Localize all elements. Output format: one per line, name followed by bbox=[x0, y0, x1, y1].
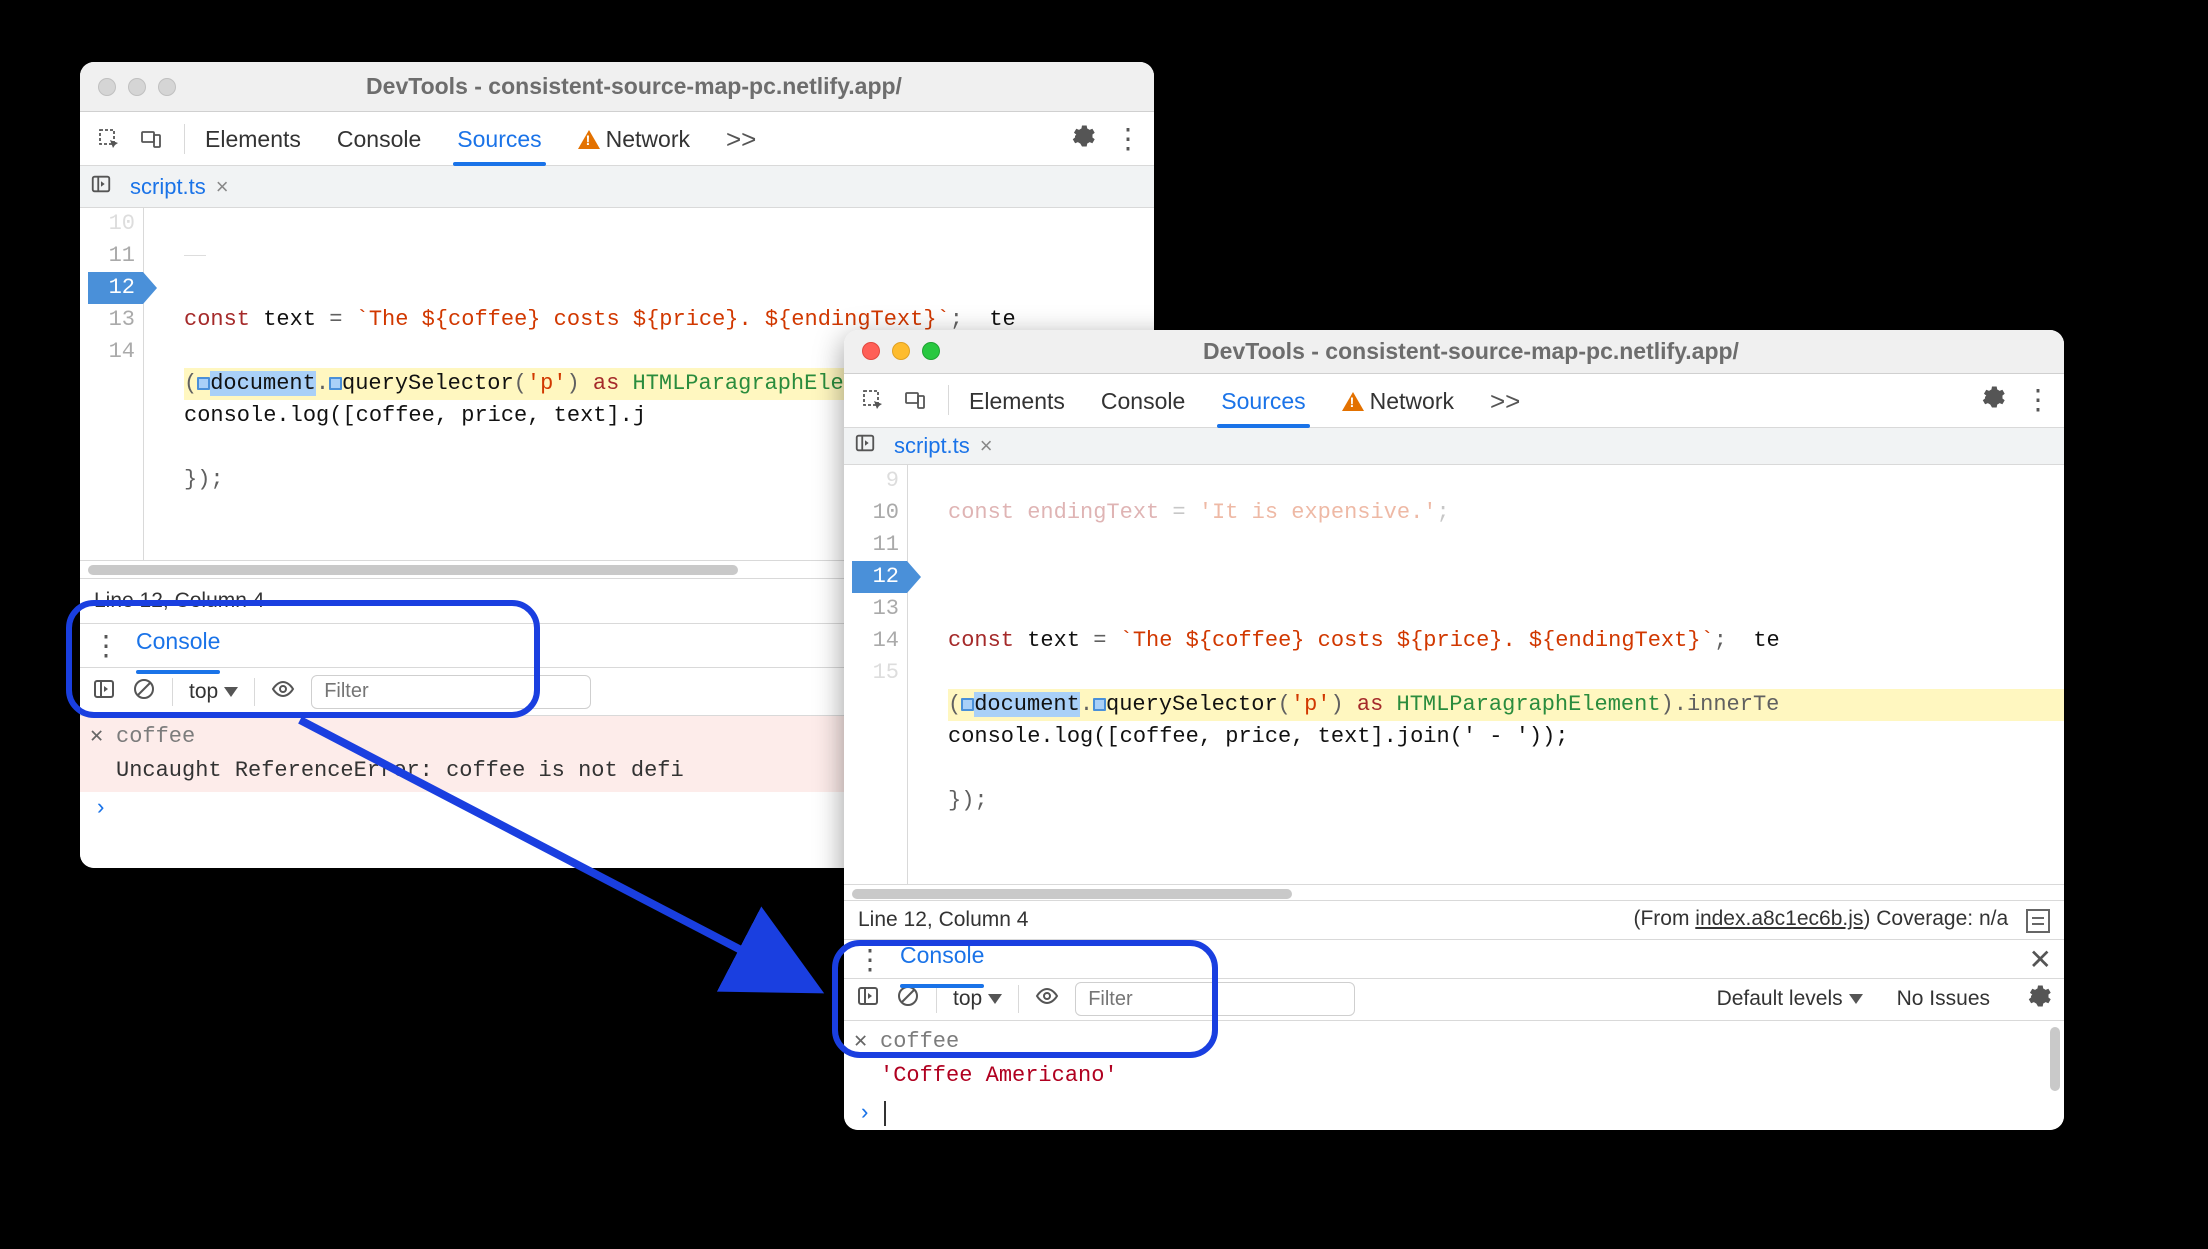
annotation-arrow bbox=[0, 0, 2208, 1249]
